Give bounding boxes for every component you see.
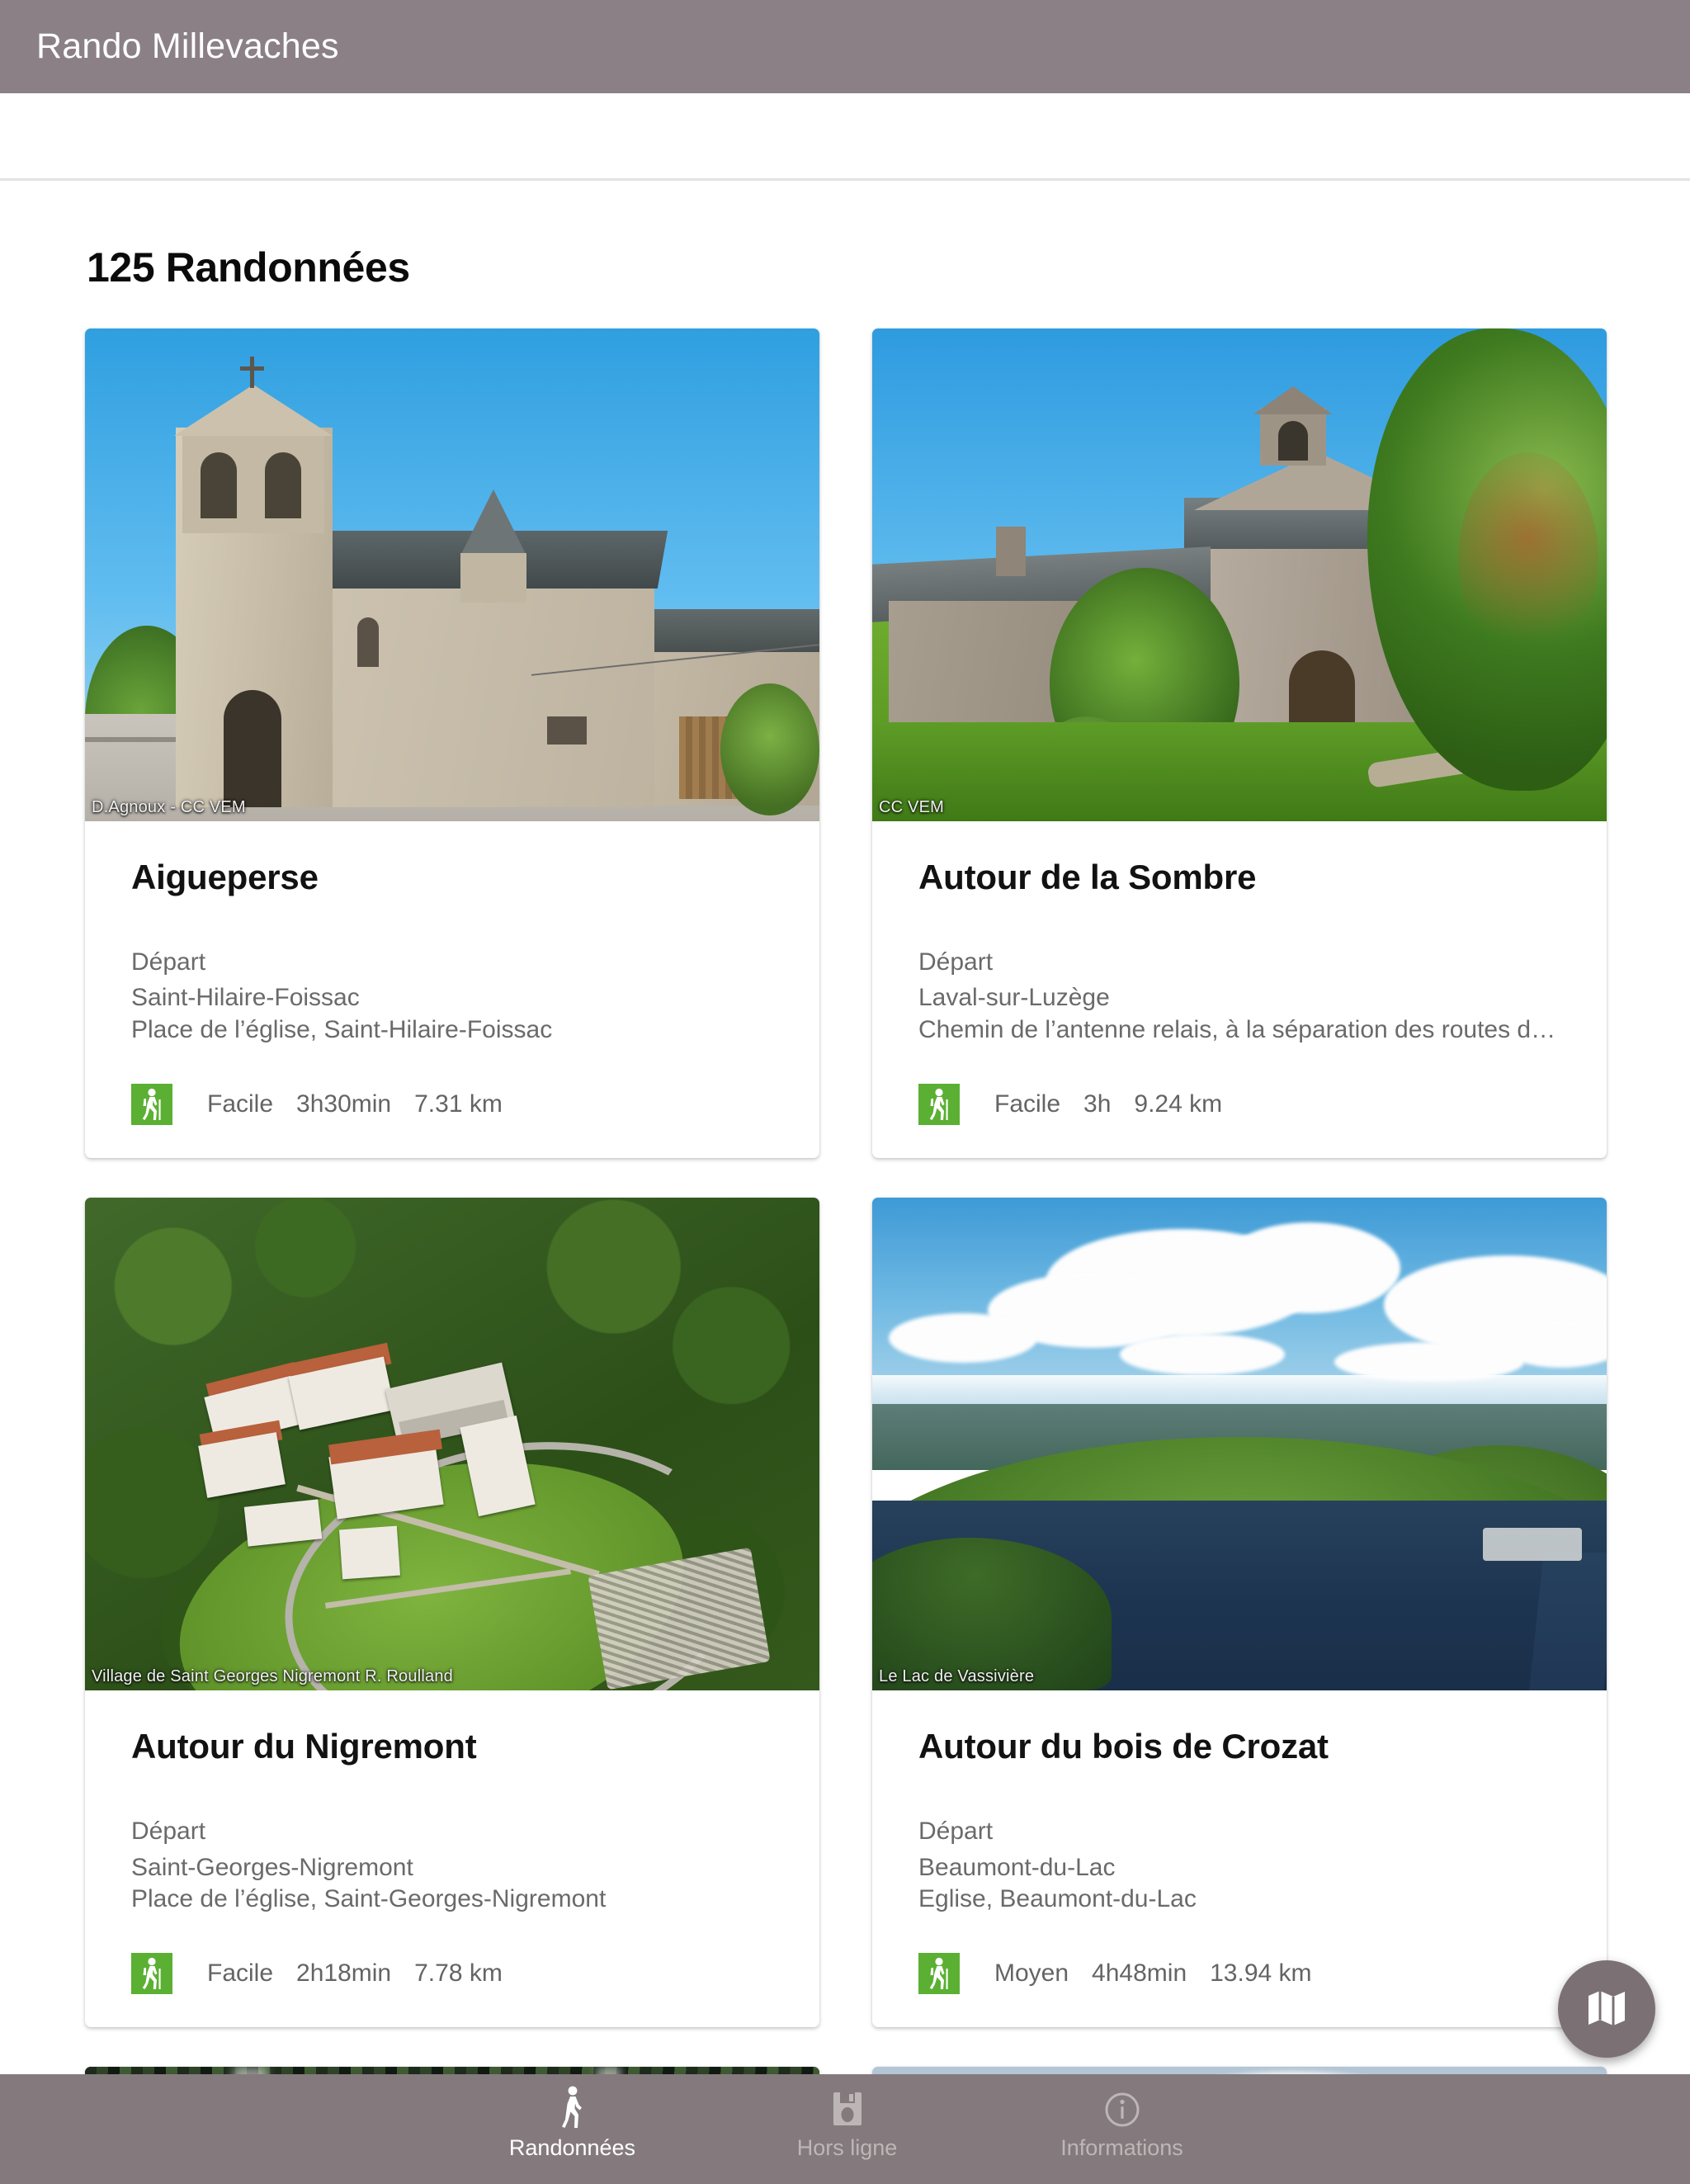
depart-address: Eglise, Beaumont-du-Lac	[918, 1884, 1197, 1912]
photo-credit-caption: Village de Saint Georges Nigremont R. Ro…	[92, 1667, 453, 1686]
hike-title: Autour du bois de Crozat	[918, 1727, 1329, 1766]
depart-label: Départ	[918, 948, 994, 976]
photo-credit-caption: D.Agnoux - CC VEM	[92, 798, 246, 816]
depart-commune: Beaumont-du-Lac	[918, 1853, 1116, 1881]
hike-stats: Facile 2h18min 7.78 km	[131, 1953, 773, 1995]
hike-card-body: Autour de la Sombre Départ Laval-sur-Luz…	[872, 821, 1607, 1158]
hike-title: Autour du Nigremont	[131, 1727, 477, 1766]
results-count-heading: 125 Randonnées	[87, 244, 410, 291]
nav-item-randonnees-label: Randonnées	[508, 2135, 636, 2160]
hike-distance: 7.31 km	[414, 1090, 503, 1118]
depart-label: Départ	[918, 1818, 994, 1846]
depart-label: Départ	[131, 948, 206, 976]
depart-commune: Laval-sur-Luzège	[918, 984, 1110, 1012]
hike-card-body: Autour du bois de Crozat Départ Beaumont…	[872, 1690, 1607, 2027]
hike-photo	[872, 2067, 1607, 2074]
hike-card-body: Aigueperse Départ Saint-Hilaire-Foissac …	[85, 821, 819, 1158]
app-title: Rando Millevaches	[36, 26, 339, 66]
depart-commune: Saint-Hilaire-Foissac	[131, 984, 360, 1012]
hike-card[interactable]	[85, 2067, 819, 2074]
hike-distance: 13.94 km	[1210, 1959, 1312, 1988]
photo-scene-chapel	[872, 329, 1607, 821]
hike-duration: 3h30min	[296, 1090, 392, 1118]
app-header: Rando Millevaches	[0, 0, 1690, 93]
hike-list-scroll-area[interactable]: 125 Randonnées D.Agnoux - CC VEM Aiguepe…	[0, 181, 1690, 2074]
walking-person-icon	[556, 2086, 589, 2129]
hike-card[interactable]	[872, 2067, 1607, 2074]
hike-difficulty: Facile	[994, 1090, 1061, 1118]
nav-item-randonnees[interactable]: Randonnées	[435, 2086, 710, 2161]
hiker-icon	[918, 1953, 960, 1995]
hike-card-grid: D.Agnoux - CC VEM Aigueperse Départ Sain…	[0, 329, 1690, 2074]
depart-commune: Saint-Georges-Nigremont	[131, 1853, 413, 1881]
hike-photo: CC VEM	[872, 329, 1607, 821]
hike-card-body: Autour du Nigremont Départ Saint-Georges…	[85, 1690, 819, 2027]
nav-item-informations[interactable]: Informations	[984, 2086, 1259, 2161]
bottom-navigation: Randonnées Hors ligne Informations	[0, 2074, 1690, 2184]
hike-difficulty: Facile	[207, 1090, 274, 1118]
photo-scene-aerial-village	[85, 1198, 819, 1691]
floppy-disk-icon	[831, 2086, 864, 2129]
hiker-icon	[918, 1084, 960, 1126]
hike-card[interactable]: Village de Saint Georges Nigremont R. Ro…	[85, 1198, 819, 2028]
toolbar: Filtres Recherche	[0, 93, 1690, 257]
map-fab-button[interactable]	[1558, 1960, 1655, 2058]
hike-card[interactable]: Le Lac de Vassivière Autour du bois de C…	[872, 1198, 1607, 2028]
nav-item-hors-ligne-label: Hors ligne	[796, 2135, 898, 2160]
hike-duration: 4h48min	[1092, 1959, 1187, 1988]
nav-item-informations-label: Informations	[1060, 2135, 1183, 2160]
depart-address: Place de l’église, Saint-Hilaire-Foissac	[131, 1015, 553, 1043]
photo-scene-cloudy-sky	[872, 2067, 1607, 2074]
hike-duration: 2h18min	[296, 1959, 392, 1988]
hike-card[interactable]: D.Agnoux - CC VEM Aigueperse Départ Sain…	[85, 329, 819, 1159]
hike-difficulty: Moyen	[994, 1959, 1069, 1988]
photo-scene-lake	[872, 1198, 1607, 1691]
photo-scene-church	[85, 329, 819, 821]
hike-distance: 9.24 km	[1134, 1090, 1223, 1118]
hike-stats: Facile 3h 9.24 km	[918, 1084, 1560, 1126]
hiker-icon	[131, 1084, 172, 1126]
info-circle-icon	[1103, 2086, 1141, 2129]
hike-stats: Moyen 4h48min 13.94 km	[918, 1953, 1560, 1995]
hike-duration: 3h	[1083, 1090, 1112, 1118]
hike-title: Autour de la Sombre	[918, 858, 1257, 896]
nav-item-hors-ligne[interactable]: Hors ligne	[710, 2086, 984, 2161]
photo-scene-forest	[85, 2067, 819, 2074]
hike-distance: 7.78 km	[414, 1959, 503, 1988]
hike-card[interactable]: CC VEM Autour de la Sombre Départ Laval-…	[872, 329, 1607, 1159]
hiker-icon	[131, 1953, 172, 1995]
hike-photo	[85, 2067, 819, 2074]
hike-photo: Village de Saint Georges Nigremont R. Ro…	[85, 1198, 819, 1691]
depart-address: Place de l’église, Saint-Georges-Nigremo…	[131, 1884, 607, 1912]
hike-photo: Le Lac de Vassivière	[872, 1198, 1607, 1691]
hike-difficulty: Facile	[207, 1959, 274, 1988]
map-icon	[1585, 1986, 1628, 2033]
depart-address: Chemin de l’antenne relais, à la séparat…	[918, 1015, 1560, 1043]
hike-stats: Facile 3h30min 7.31 km	[131, 1084, 773, 1126]
depart-label: Départ	[131, 1818, 206, 1846]
hike-title: Aigueperse	[131, 858, 319, 896]
hike-photo: D.Agnoux - CC VEM	[85, 329, 819, 821]
photo-credit-caption: CC VEM	[879, 798, 944, 816]
photo-credit-caption: Le Lac de Vassivière	[879, 1667, 1035, 1686]
